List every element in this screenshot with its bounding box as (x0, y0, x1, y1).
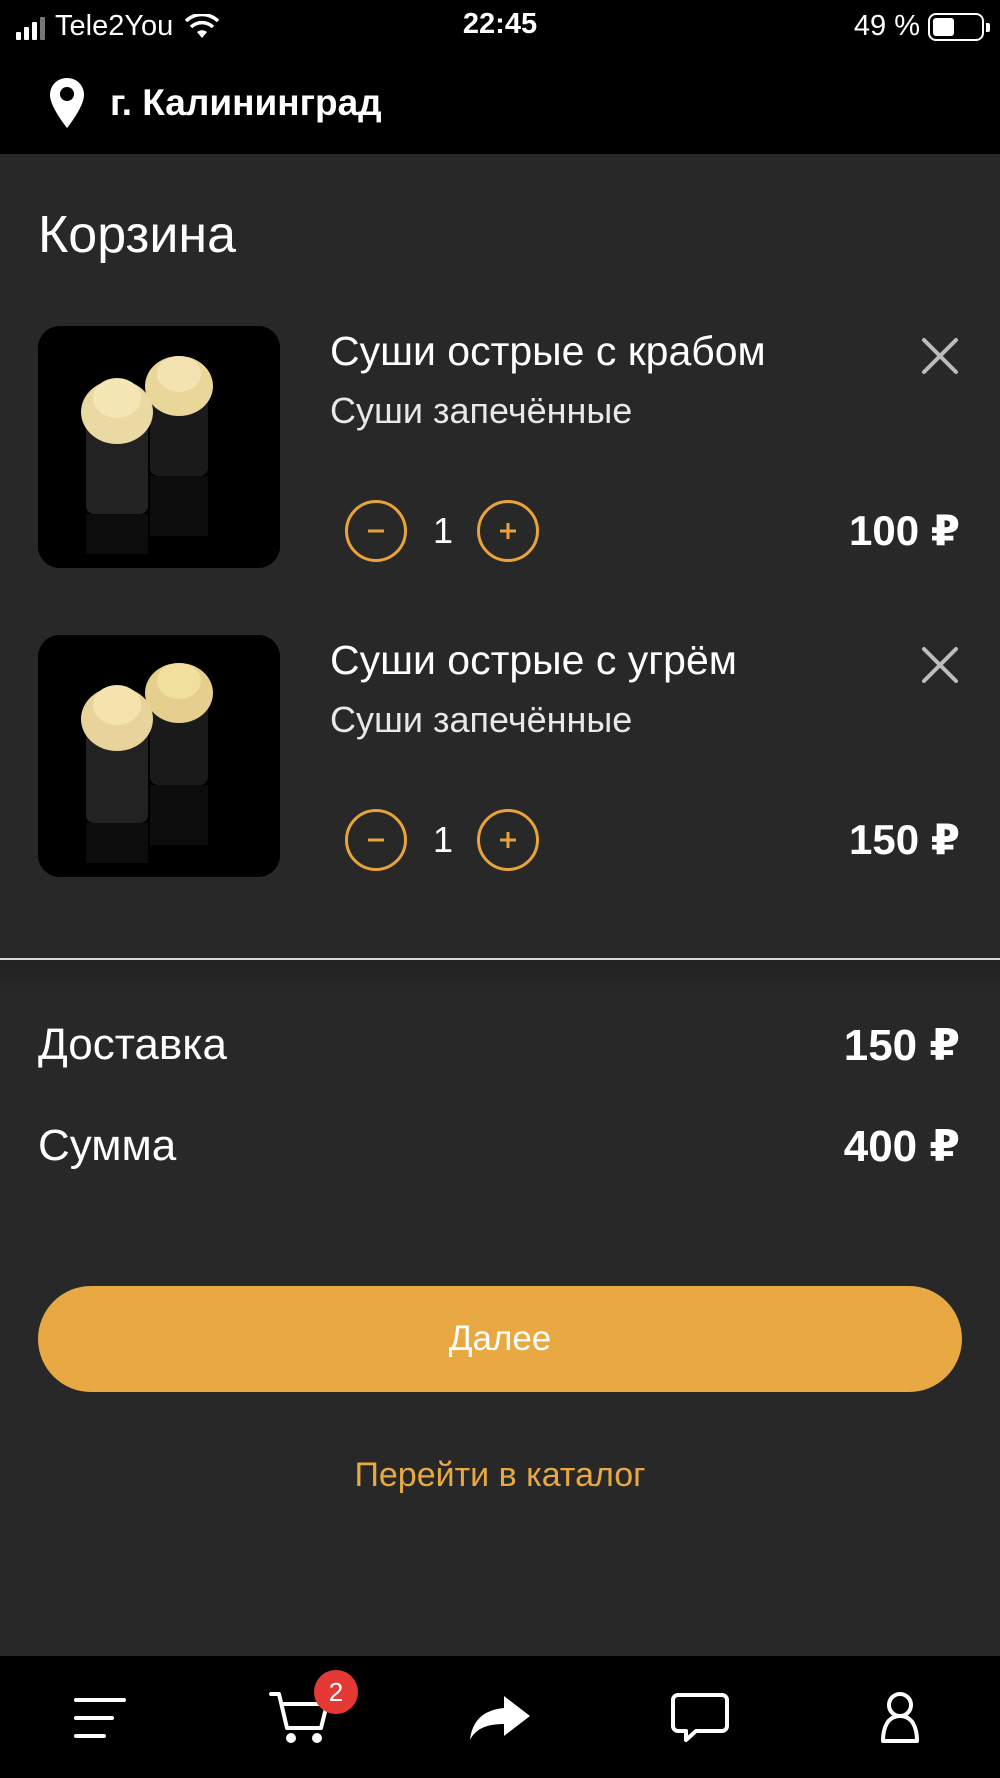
product-image[interactable] (38, 635, 280, 877)
battery-icon (928, 12, 990, 41)
menu-icon (74, 1698, 126, 1738)
quantity-decrease-button[interactable] (345, 500, 407, 562)
location-pin-icon (50, 78, 84, 128)
quantity-increase-button[interactable] (477, 500, 539, 562)
delivery-row: Доставка 150 ₽ (38, 1020, 960, 1071)
nav-menu-button[interactable] (60, 1678, 140, 1758)
total-row: Сумма 400 ₽ (38, 1121, 960, 1172)
item-price: 100 ₽ (849, 507, 960, 554)
quantity-value: 1 (432, 819, 454, 860)
location-title: г. Калининград (110, 82, 382, 123)
plus-icon (500, 832, 516, 848)
divider-shadow (0, 960, 1000, 1000)
minus-icon (368, 838, 384, 842)
next-button[interactable]: Далее (38, 1286, 962, 1392)
status-time: 22:45 (462, 8, 538, 40)
battery-percent: 49 % (853, 10, 920, 42)
cart-item: Суши острые с угрём Суши запечённые 1 15… (0, 633, 1000, 883)
item-category: Суши запечённые (330, 390, 633, 431)
bottom-nav: 2 (0, 1656, 1000, 1778)
page-title: Корзина (38, 206, 237, 264)
item-name: Суши острые с крабом (330, 328, 766, 374)
total-value: 400 ₽ (843, 1122, 960, 1171)
nav-share-button[interactable] (460, 1678, 540, 1758)
status-right: 49 % (853, 10, 990, 43)
quantity-decrease-button[interactable] (345, 809, 407, 871)
share-icon (470, 1696, 530, 1740)
item-price: 150 ₽ (849, 816, 960, 863)
cart-badge: 2 (314, 1670, 358, 1714)
product-image[interactable] (38, 326, 280, 568)
chat-icon (671, 1693, 729, 1742)
delivery-label: Доставка (38, 1020, 227, 1069)
item-category: Суши запечённые (330, 699, 633, 740)
quantity-increase-button[interactable] (477, 809, 539, 871)
remove-item-button[interactable] (916, 332, 964, 380)
nav-profile-button[interactable] (860, 1678, 940, 1758)
quantity-value: 1 (432, 510, 454, 551)
plus-icon (500, 523, 516, 539)
minus-icon (368, 529, 384, 533)
profile-icon (881, 1692, 919, 1743)
nav-cart-button[interactable]: 2 (260, 1670, 358, 1758)
item-name: Суши острые с угрём (330, 637, 737, 683)
status-bar: Tele2You 22:45 49 % (0, 0, 1000, 54)
remove-item-button[interactable] (916, 641, 964, 689)
location-header[interactable]: г. Калининград (0, 54, 1000, 154)
nav-chat-button[interactable] (660, 1678, 740, 1758)
catalog-link[interactable]: Перейти в каталог (0, 1456, 1000, 1495)
cart-item: Суши острые с крабом Суши запечённые 1 1… (0, 324, 1000, 574)
total-label: Сумма (38, 1121, 177, 1170)
delivery-value: 150 ₽ (843, 1021, 960, 1070)
